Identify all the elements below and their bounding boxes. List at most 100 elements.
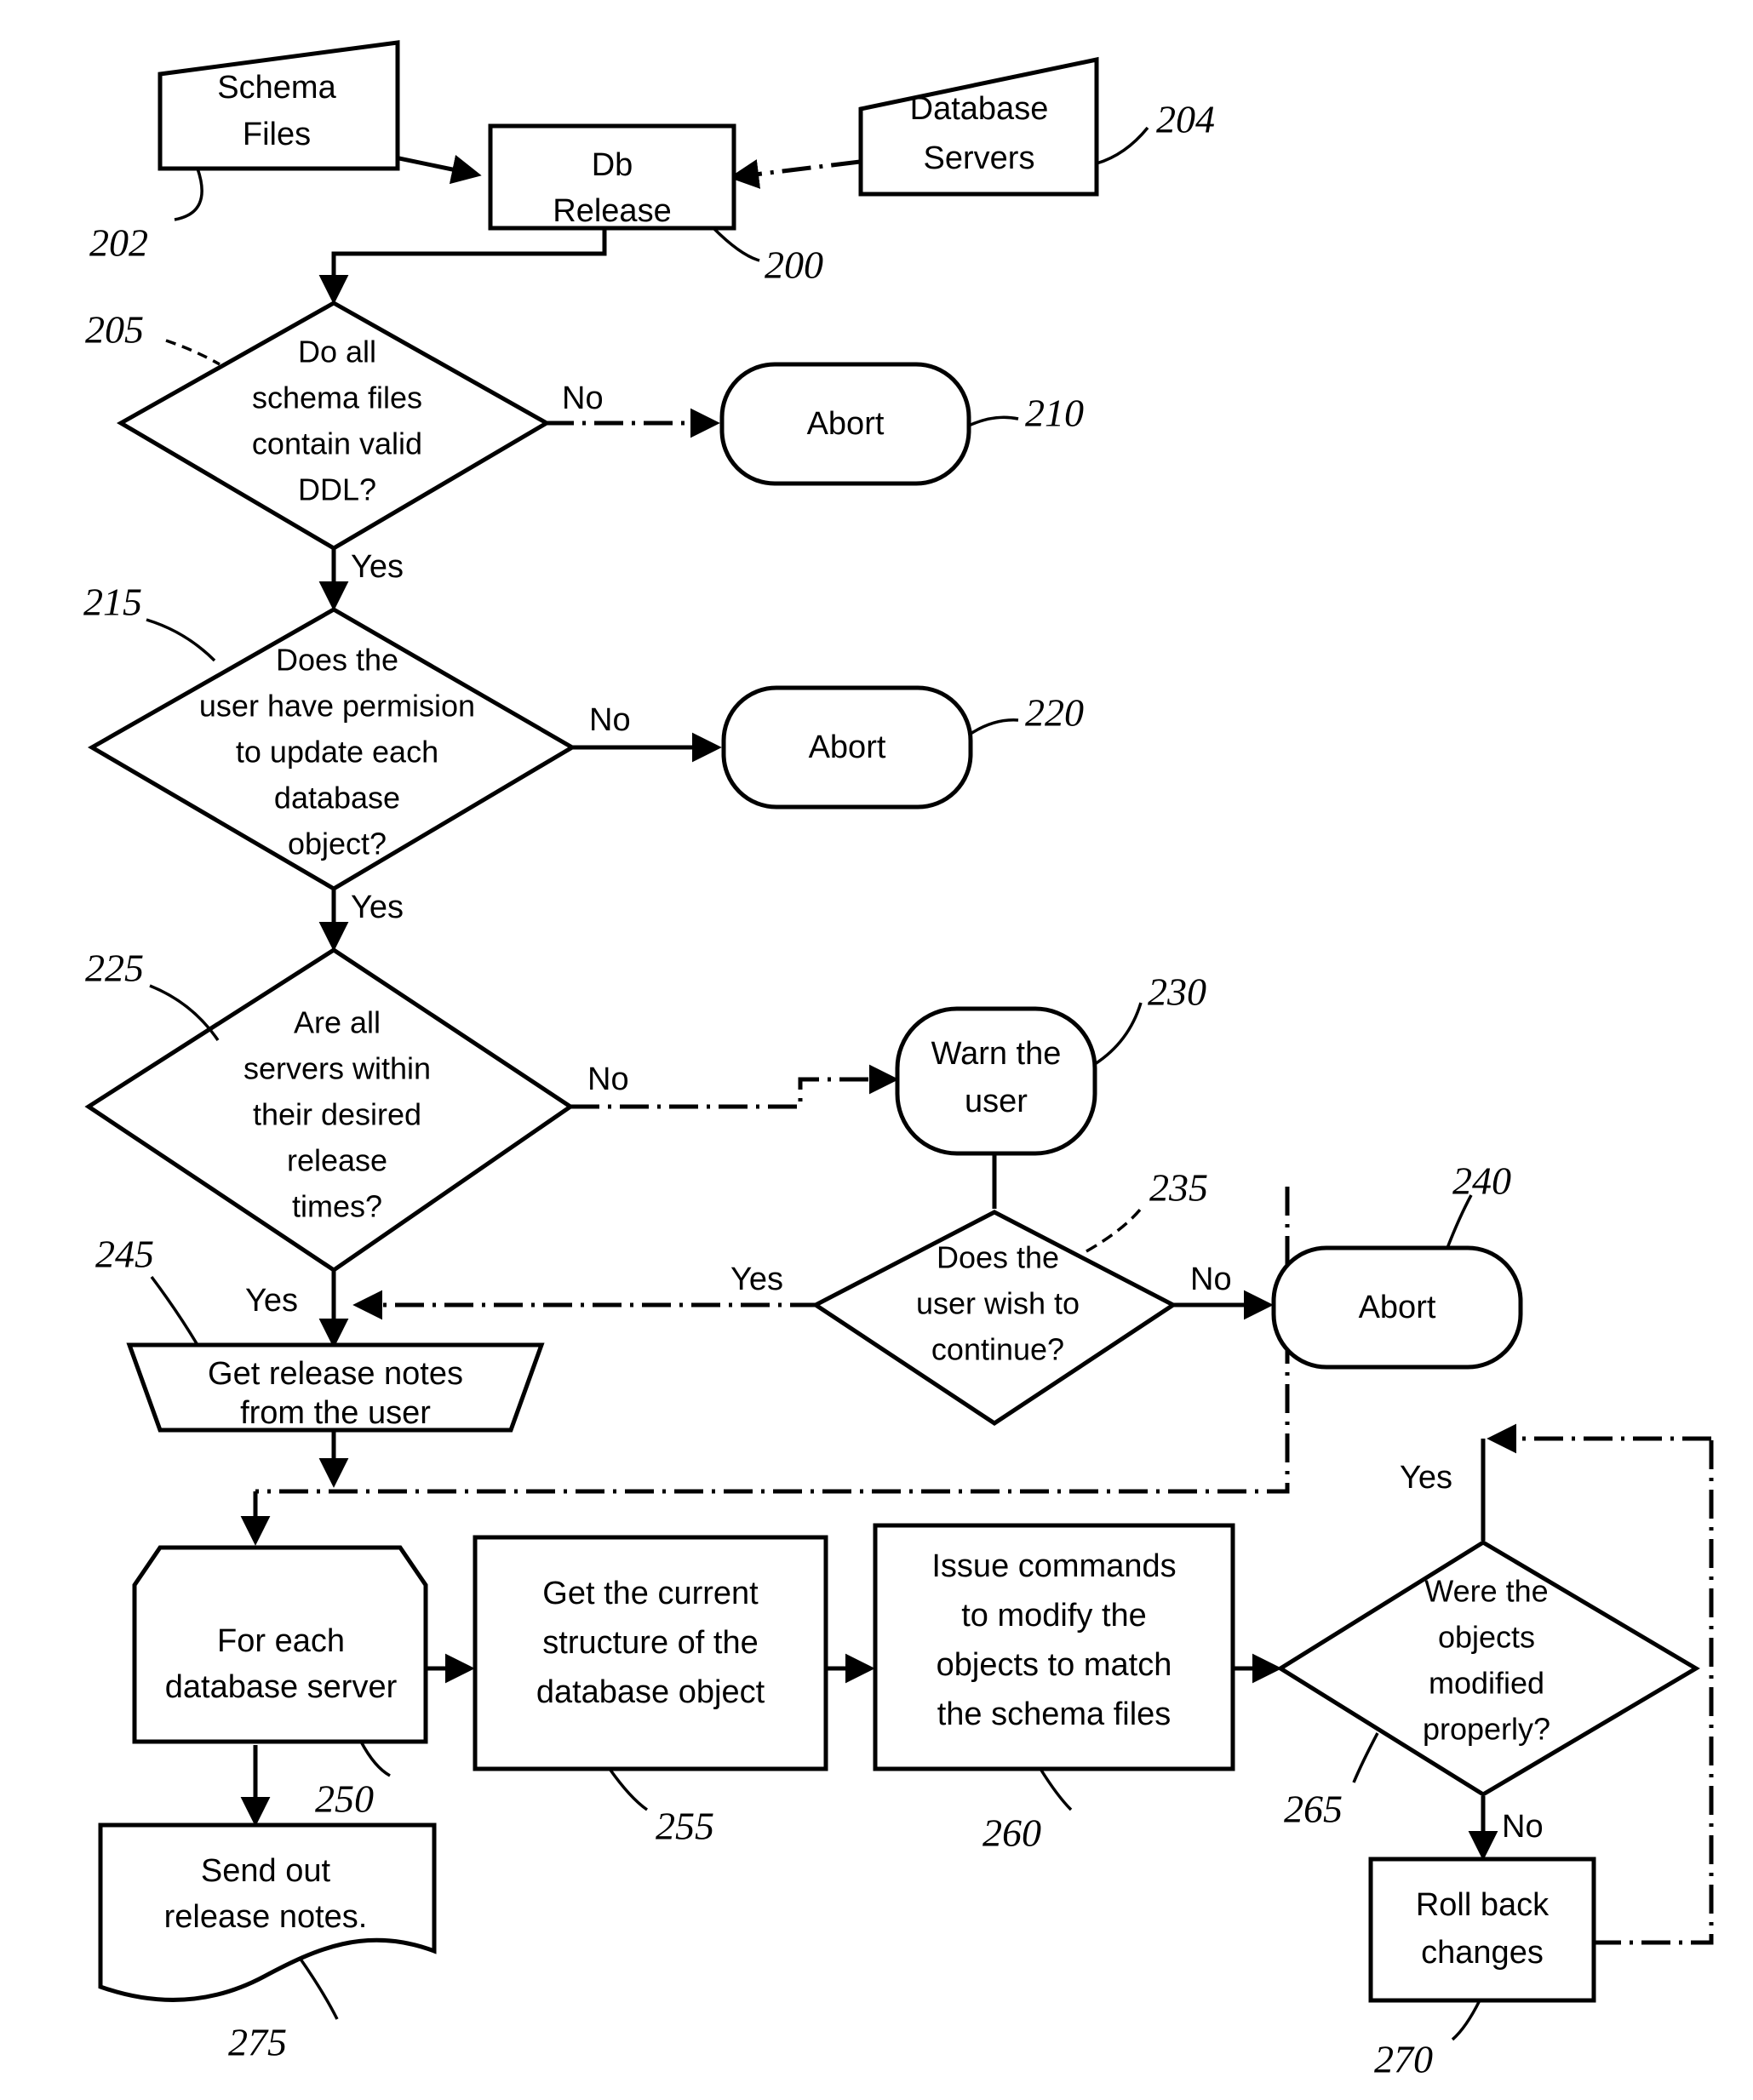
ref-number-245: 245 [95,1233,154,1276]
schema-files-label-2: Files [243,117,311,152]
patent-figure-canvas: Schema Files 202 Db Release 200 Database… [0,0,1753,2100]
flowchart-svg: Schema Files 202 Db Release 200 Database… [83,40,1714,2081]
ref-number-205: 205 [85,308,144,352]
node-roll-back-changes: Roll back changes [1368,1857,1596,2003]
decision-ddl-label-2: schema files [252,381,422,415]
database-servers-label-2: Servers [924,140,1035,176]
send-release-notes-label-2: release notes. [164,1899,368,1935]
abort-continue-label: Abort [1359,1290,1436,1325]
ref-215-callout: 215 [83,581,216,662]
node-abort-ddl: Abort [719,362,971,486]
edge-label-ddl-yes: Yes [351,549,404,585]
get-structure-label-1: Get the current [542,1576,759,1611]
get-release-notes-label-2: from the user [240,1395,431,1431]
warn-user-label-1: Warn the [931,1036,1062,1072]
roll-back-label-1: Roll back [1416,1887,1550,1923]
db-release-label-1: Db [592,147,633,183]
node-schema-files: Schema Files [158,40,400,171]
edge-label-modified-yes: Yes [1400,1460,1452,1496]
ref-number-210: 210 [1025,392,1084,435]
ref-250-callout: 250 [315,1741,391,1821]
decision-continue-label-1: Does the [937,1240,1059,1275]
ref-230-callout: 230 [1094,970,1206,1066]
ref-number-200: 200 [765,243,823,287]
node-decision-release-times: Are all servers within their desired rel… [84,947,575,1273]
for-each-server-label-1: For each [217,1623,345,1659]
ref-number-240: 240 [1452,1159,1511,1203]
ref-number-230: 230 [1148,970,1206,1014]
ref-200-callout: 200 [712,226,823,287]
node-decision-modified: Were the objects modified properly? [1276,1540,1700,1797]
abort-ddl-label: Abort [807,406,885,442]
ref-number-270: 270 [1374,2038,1433,2081]
decision-permission-label-5: object? [288,827,387,861]
node-send-release-notes: Send out release notes. [98,1822,437,2002]
edge-label-times-yes: Yes [245,1283,298,1319]
ref-number-202: 202 [89,221,148,265]
decision-modified-label-2: objects [1438,1620,1535,1655]
decision-continue-label-3: continue? [931,1332,1064,1367]
ref-number-235: 235 [1149,1166,1208,1210]
schema-files-label-1: Schema [217,70,336,106]
edge-label-perm-no: No [589,702,631,738]
node-abort-continue: Abort [1271,1245,1523,1370]
ref-255-callout: 255 [608,1767,714,1848]
get-structure-label-3: database object [536,1674,765,1710]
node-warn-user: Warn the user [895,1006,1097,1156]
node-get-structure: Get the current structure of the databas… [473,1535,828,1771]
send-release-notes-label-1: Send out [201,1853,331,1889]
decision-permission-label-4: database [274,781,400,815]
node-decision-continue: Does the user wish to continue? [811,1210,1177,1426]
node-get-release-notes: Get release notes from the user [126,1342,545,1433]
node-for-each-server: For each database server [132,1545,428,1744]
ref-number-275: 275 [228,2021,287,2064]
edge-dbservers-to-dbrelease [729,159,861,189]
node-decision-ddl: Do all schema files contain valid DDL? [116,300,552,551]
decision-times-label-3: their desired [253,1097,421,1132]
abort-permission-label: Abort [809,730,886,765]
ref-270-callout: 270 [1374,2000,1481,2081]
ref-number-225: 225 [85,947,144,990]
issue-commands-label-2: to modify the [961,1598,1147,1634]
edge-label-times-no: No [587,1061,629,1097]
decision-times-label-5: times? [292,1189,382,1224]
issue-commands-label-4: the schema files [937,1697,1172,1732]
ref-number-260: 260 [982,1811,1041,1855]
decision-modified-label-4: properly? [1423,1712,1550,1747]
edge-dbrelease-to-decision-ddl [318,228,607,305]
ref-number-265: 265 [1284,1788,1343,1831]
edge-label-ddl-no: No [562,381,604,416]
node-abort-permission: Abort [721,685,973,810]
decision-ddl-label-4: DDL? [298,472,376,507]
warn-user-label-2: user [965,1084,1028,1119]
db-release-label-2: Release [553,193,671,229]
decision-continue-label-2: user wish to [916,1286,1080,1321]
decision-times-label-4: release [287,1143,387,1178]
ref-number-255: 255 [656,1805,714,1848]
ref-number-220: 220 [1025,691,1084,735]
decision-times-label-1: Are all [294,1005,381,1040]
node-decision-permission: Does the user have permision to update e… [88,607,576,891]
ref-260-callout: 260 [982,1768,1073,1855]
database-servers-label-1: Database [910,91,1049,127]
decision-modified-label-1: Were the [1424,1574,1548,1609]
node-issue-commands: Issue commands to modify the objects to … [873,1523,1235,1771]
ref-205-callout: 205 [85,308,221,366]
decision-permission-label-2: user have permision [199,689,475,724]
ref-235-callout: 235 [1086,1166,1208,1253]
ref-204-callout: 204 [1096,98,1215,165]
get-release-notes-label-1: Get release notes [208,1356,463,1392]
decision-permission-label-3: to update each [236,735,438,770]
edge-modified-yes-loop-bus [255,1187,1290,1494]
node-database-servers: Database Servers [858,56,1099,197]
ref-265-callout: 265 [1284,1732,1379,1831]
for-each-server-label-2: database server [165,1669,398,1705]
issue-commands-label-3: objects to match [937,1647,1172,1683]
decision-times-label-2: servers within [243,1051,431,1086]
ref-240-callout: 240 [1446,1159,1511,1249]
edge-label-modified-no: No [1502,1809,1544,1845]
node-db-release: Db Release [488,123,736,231]
ref-245-callout: 245 [95,1233,199,1346]
ref-number-204: 204 [1156,98,1215,141]
ref-number-215: 215 [83,581,142,624]
